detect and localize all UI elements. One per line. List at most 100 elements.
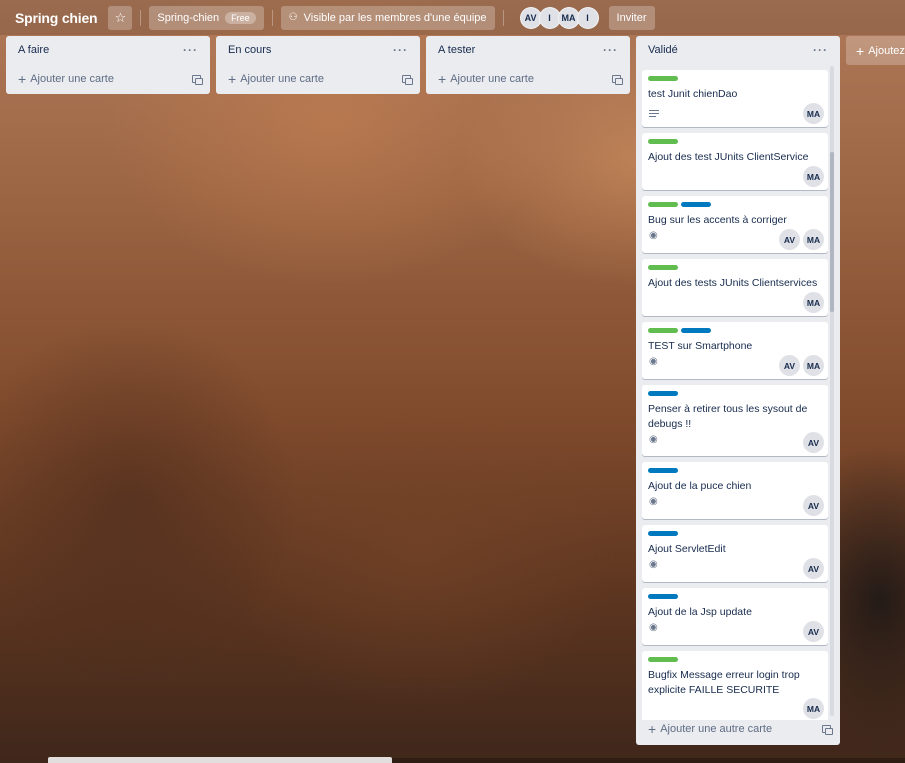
add-card-button[interactable]: + Ajouter une carte — [18, 72, 114, 86]
member-avatar[interactable]: AV — [803, 495, 824, 516]
list-scrollbar-thumb[interactable] — [830, 152, 834, 312]
card-labels — [648, 328, 822, 333]
board-header: Spring chien ☆ Spring-chien Free ⚇ Visib… — [0, 0, 905, 35]
card-label[interactable] — [648, 76, 678, 81]
star-button[interactable]: ☆ — [108, 5, 133, 30]
team-visibility-icon: ⚇ — [288, 12, 298, 23]
member-avatar[interactable]: MA — [803, 355, 824, 376]
plus-icon: + — [438, 71, 447, 87]
header-divider — [140, 9, 142, 26]
add-card-label: Ajouter une carte — [450, 73, 534, 85]
card[interactable]: Ajout des test JUnits ClientService MA — [642, 133, 828, 190]
board-title[interactable]: Spring chien — [8, 6, 104, 30]
invite-button[interactable]: Inviter — [608, 5, 655, 30]
list-header[interactable]: A tester ··· — [426, 36, 630, 64]
card-label[interactable] — [681, 202, 711, 207]
card-label[interactable] — [648, 139, 678, 144]
card-title: test Junit chienDao — [648, 88, 738, 100]
member-avatar[interactable]: MA — [803, 292, 824, 313]
list-menu-icon[interactable]: ··· — [603, 43, 618, 57]
list-scrollbar[interactable] — [830, 66, 834, 716]
card-title: Ajout de la puce chien — [648, 480, 752, 492]
list-menu-icon[interactable]: ··· — [183, 43, 198, 57]
eye-icon: ◉ — [649, 434, 658, 445]
list-menu-icon[interactable]: ··· — [813, 43, 828, 57]
visibility-button[interactable]: ⚇ Visible par les membres d'une équipe — [280, 5, 495, 30]
card-labels — [648, 265, 822, 270]
list-title[interactable]: A tester — [438, 44, 475, 56]
card-members: AV — [803, 432, 824, 453]
member-avatar[interactable]: AV — [803, 558, 824, 579]
list-title[interactable]: En cours — [228, 44, 271, 56]
card-label[interactable] — [648, 594, 678, 599]
card-label[interactable] — [681, 328, 711, 333]
plus-icon: + — [228, 71, 237, 87]
card[interactable]: TEST sur Smartphone ◉ AV MA — [642, 322, 828, 379]
star-icon: ☆ — [114, 9, 127, 25]
header-divider — [502, 9, 504, 26]
card-title: Bug sur les accents à corriger — [648, 214, 787, 226]
member-avatar[interactable]: MA — [803, 166, 824, 187]
member-avatar[interactable]: AV — [803, 621, 824, 642]
card-labels — [648, 202, 822, 207]
list-footer: + Ajouter une carte — [216, 64, 420, 94]
eye-icon: ◉ — [649, 230, 658, 241]
card[interactable]: Ajout ServletEdit ◉ AV — [642, 525, 828, 582]
card-label[interactable] — [648, 328, 678, 333]
card[interactable]: Bugfix Message erreur login trop explici… — [642, 651, 828, 720]
visibility-label: Visible par les membres d'une équipe — [303, 11, 487, 24]
list-en-cours: En cours ··· + Ajouter une carte — [216, 36, 420, 94]
list-header[interactable]: A faire ··· — [6, 36, 210, 64]
add-card-label: Ajouter une carte — [30, 73, 114, 85]
member-avatar[interactable]: MA — [803, 229, 824, 250]
plus-icon: + — [648, 721, 657, 737]
card-label[interactable] — [648, 202, 678, 207]
card[interactable]: Bug sur les accents à corriger ◉ AV MA — [642, 196, 828, 253]
card-title: Penser à retirer tous les sysout de debu… — [648, 403, 808, 430]
card[interactable]: Ajout de la puce chien ◉ AV — [642, 462, 828, 519]
board-horizontal-scrollbar[interactable] — [48, 757, 392, 763]
team-button[interactable]: Spring-chien Free — [149, 5, 264, 30]
add-list-button[interactable]: + Ajoutez — [846, 36, 905, 65]
list-header[interactable]: Validé ··· — [636, 36, 840, 64]
card-template-icon[interactable] — [612, 75, 623, 85]
card-template-icon[interactable] — [822, 725, 833, 735]
description-icon — [649, 108, 659, 119]
member-avatar[interactable]: AV — [779, 229, 800, 250]
member-avatar[interactable]: AV — [803, 432, 824, 453]
card-members: MA — [803, 166, 824, 187]
card-label[interactable] — [648, 391, 678, 396]
member-avatar[interactable]: AV — [779, 355, 800, 376]
list-title[interactable]: Validé — [648, 44, 678, 56]
board-horizontal-scroll-track[interactable] — [392, 758, 905, 763]
eye-icon: ◉ — [649, 559, 658, 570]
add-card-button[interactable]: + Ajouter une carte — [228, 71, 324, 87]
list-header[interactable]: En cours ··· — [216, 36, 420, 64]
list-menu-icon[interactable]: ··· — [393, 43, 408, 57]
card-members: AV MA — [779, 355, 824, 376]
card-label[interactable] — [648, 265, 678, 270]
team-name: Spring-chien — [157, 11, 220, 24]
card[interactable]: Ajout de la Jsp update ◉ AV — [642, 588, 828, 645]
card-members: MA — [803, 103, 824, 124]
list-title[interactable]: A faire — [18, 44, 49, 56]
member-avatar[interactable]: MA — [803, 103, 824, 124]
plan-badge: Free — [225, 11, 256, 24]
card[interactable]: Penser à retirer tous les sysout de debu… — [642, 385, 828, 456]
board-members: AV I MA I — [519, 6, 599, 29]
card[interactable]: Ajout des tests JUnits Clientservices MA — [642, 259, 828, 316]
add-card-button[interactable]: + Ajouter une autre carte — [648, 721, 772, 737]
member-avatar[interactable]: I — [576, 6, 599, 29]
add-card-button[interactable]: + Ajouter une carte — [438, 71, 534, 87]
card-template-icon[interactable] — [402, 75, 413, 85]
card-template-icon[interactable] — [192, 75, 203, 85]
header-divider — [271, 9, 273, 26]
card-label[interactable] — [648, 468, 678, 473]
card-label[interactable] — [648, 657, 678, 662]
card-labels — [648, 594, 822, 599]
card[interactable]: test Junit chienDao MA — [642, 70, 828, 127]
card-list: test Junit chienDao MA Ajout des test JU… — [642, 64, 828, 720]
card-label[interactable] — [648, 531, 678, 536]
list-a-tester: A tester ··· + Ajouter une carte — [426, 36, 630, 94]
card-members: AV MA — [779, 229, 824, 250]
